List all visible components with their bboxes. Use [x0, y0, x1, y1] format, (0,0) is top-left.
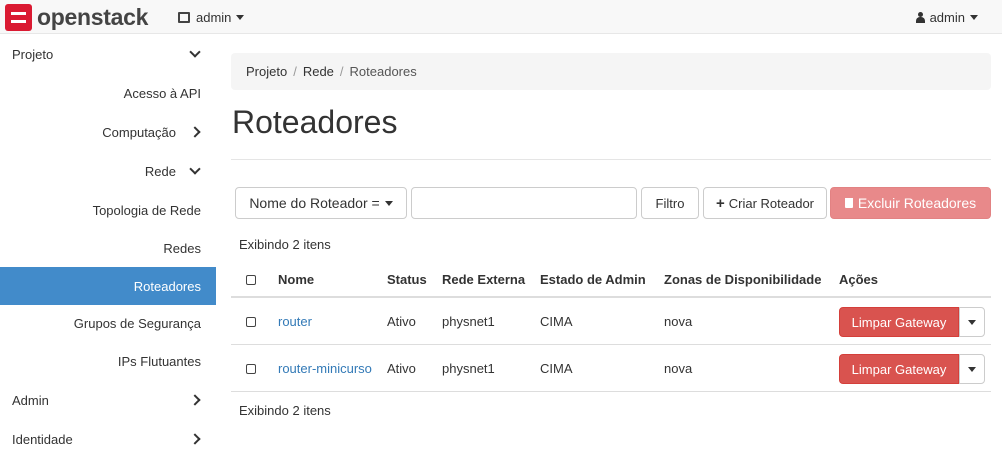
sidebar-item-computacao[interactable]: Computação: [0, 113, 216, 151]
item-count-bottom: Exibindo 2 itens: [239, 403, 331, 418]
delete-routers-label: Excluir Roteadores: [857, 195, 977, 211]
item-count-top: Exibindo 2 itens: [239, 237, 331, 252]
create-router-button[interactable]: + Criar Roteador: [703, 187, 827, 219]
caret-down-icon: [968, 319, 976, 325]
trash-icon: [844, 198, 853, 208]
sidebar-item-label: IPs Flutuantes: [117, 353, 201, 369]
brand-name: openstack: [37, 3, 149, 30]
table-header: Nome Status Rede Externa Estado de Admin…: [231, 263, 991, 298]
row-checkbox[interactable]: [246, 299, 256, 344]
breadcrumb-projeto[interactable]: Projeto: [246, 64, 287, 79]
openstack-logo[interactable]: openstack: [5, 3, 148, 31]
chevron-down-icon: [189, 163, 201, 175]
sidebar-item-admin[interactable]: Admin: [0, 381, 216, 419]
checkbox-box: [246, 316, 256, 327]
caret-down-icon: [384, 200, 393, 206]
filter-field-label: Nome do Roteador =: [249, 195, 380, 211]
filter-button[interactable]: Filtro: [641, 187, 699, 219]
column-header-zonas[interactable]: Zonas de Disponibilidade: [664, 263, 821, 296]
sidebar-item-label: Topologia de Rede: [92, 202, 201, 218]
divider: [231, 159, 991, 160]
column-header-acoes: Ações: [839, 272, 879, 287]
column-header-rede-externa[interactable]: Rede Externa: [442, 263, 525, 296]
breadcrumb-separator: /: [339, 64, 344, 79]
delete-routers-button[interactable]: Excluir Roteadores: [830, 187, 991, 219]
sidebar-item-label: Identidade: [12, 431, 73, 447]
sidebar-item-topologia[interactable]: Topologia de Rede: [0, 191, 216, 229]
router-status: Ativo: [387, 314, 416, 329]
sidebar-item-label: Roteadores: [133, 278, 201, 294]
column-header-estado-admin[interactable]: Estado de Admin: [540, 263, 646, 296]
router-admin-state: CIMA: [540, 361, 573, 376]
sidebar-item-label: Computação: [102, 124, 176, 140]
caret-down-icon: [970, 14, 978, 20]
user-icon: [915, 11, 925, 23]
top-navbar: openstack admin admin: [0, 0, 1002, 34]
router-name-link[interactable]: router-minicurso: [278, 346, 372, 391]
user-name: admin: [929, 9, 965, 25]
sidebar-item-label: Projeto: [12, 46, 54, 62]
project-selector[interactable]: admin: [178, 8, 245, 26]
sidebar: Projeto Acesso à API Computação Rede Top…: [0, 35, 216, 457]
plus-icon: +: [715, 194, 725, 212]
sidebar-item-ips-flutuantes[interactable]: IPs Flutuantes: [0, 342, 216, 380]
sidebar-item-label: Grupos de Segurança: [73, 315, 201, 331]
page-title: Roteadores: [232, 104, 398, 140]
actions-dropdown-toggle[interactable]: [959, 307, 985, 337]
checkbox-box: [246, 363, 256, 374]
caret-down-icon: [236, 14, 245, 20]
sidebar-item-roteadores[interactable]: Roteadores: [0, 267, 216, 305]
column-header-status[interactable]: Status: [387, 263, 427, 296]
router-admin-state: CIMA: [540, 314, 573, 329]
filter-field-select[interactable]: Nome do Roteador =: [235, 187, 407, 219]
sidebar-item-projeto[interactable]: Projeto: [0, 35, 216, 73]
router-external-network: physnet1: [442, 314, 495, 329]
sidebar-item-label: Rede: [144, 163, 176, 179]
project-name: admin: [196, 9, 232, 25]
router-external-network: physnet1: [442, 361, 495, 376]
sidebar-item-identidade[interactable]: Identidade: [0, 420, 216, 458]
clear-gateway-button[interactable]: Limpar Gateway: [839, 307, 959, 337]
checkbox-box: [246, 274, 256, 285]
sidebar-item-grupos-seguranca[interactable]: Grupos de Segurança: [0, 304, 216, 342]
router-zone: nova: [664, 314, 693, 329]
breadcrumb-separator: /: [293, 64, 297, 79]
actions-dropdown-toggle[interactable]: [959, 354, 985, 384]
row-checkbox[interactable]: [246, 346, 256, 391]
sidebar-item-label: Acesso à API: [123, 85, 201, 101]
breadcrumb-current: Roteadores: [349, 64, 417, 79]
breadcrumb: Projeto / Rede / Roteadores: [231, 53, 991, 90]
filter-input[interactable]: [411, 187, 637, 219]
table-row: router Ativo physnet1 CIMA nova Limpar G…: [231, 299, 991, 345]
create-router-label: Criar Roteador: [728, 195, 815, 211]
table-row: router-minicurso Ativo physnet1 CIMA nov…: [231, 346, 991, 392]
select-all-checkbox[interactable]: [246, 263, 256, 296]
sidebar-item-label: Admin: [12, 392, 49, 408]
breadcrumb-rede[interactable]: Rede: [303, 64, 334, 79]
user-menu[interactable]: admin: [915, 8, 978, 26]
project-icon: [178, 11, 190, 23]
router-name-link[interactable]: router: [278, 299, 312, 344]
caret-down-icon: [968, 366, 976, 372]
router-zone: nova: [664, 361, 693, 376]
sidebar-item-rede[interactable]: Rede: [0, 152, 216, 190]
router-status: Ativo: [387, 361, 416, 376]
chevron-right-icon: [189, 126, 201, 138]
clear-gateway-button[interactable]: Limpar Gateway: [839, 354, 959, 384]
openstack-logo-icon: [5, 3, 32, 31]
sidebar-item-redes[interactable]: Redes: [0, 229, 216, 267]
sidebar-item-label: Redes: [163, 240, 201, 256]
sidebar-item-acesso-api[interactable]: Acesso à API: [0, 74, 216, 112]
column-header-nome[interactable]: Nome: [278, 263, 314, 296]
